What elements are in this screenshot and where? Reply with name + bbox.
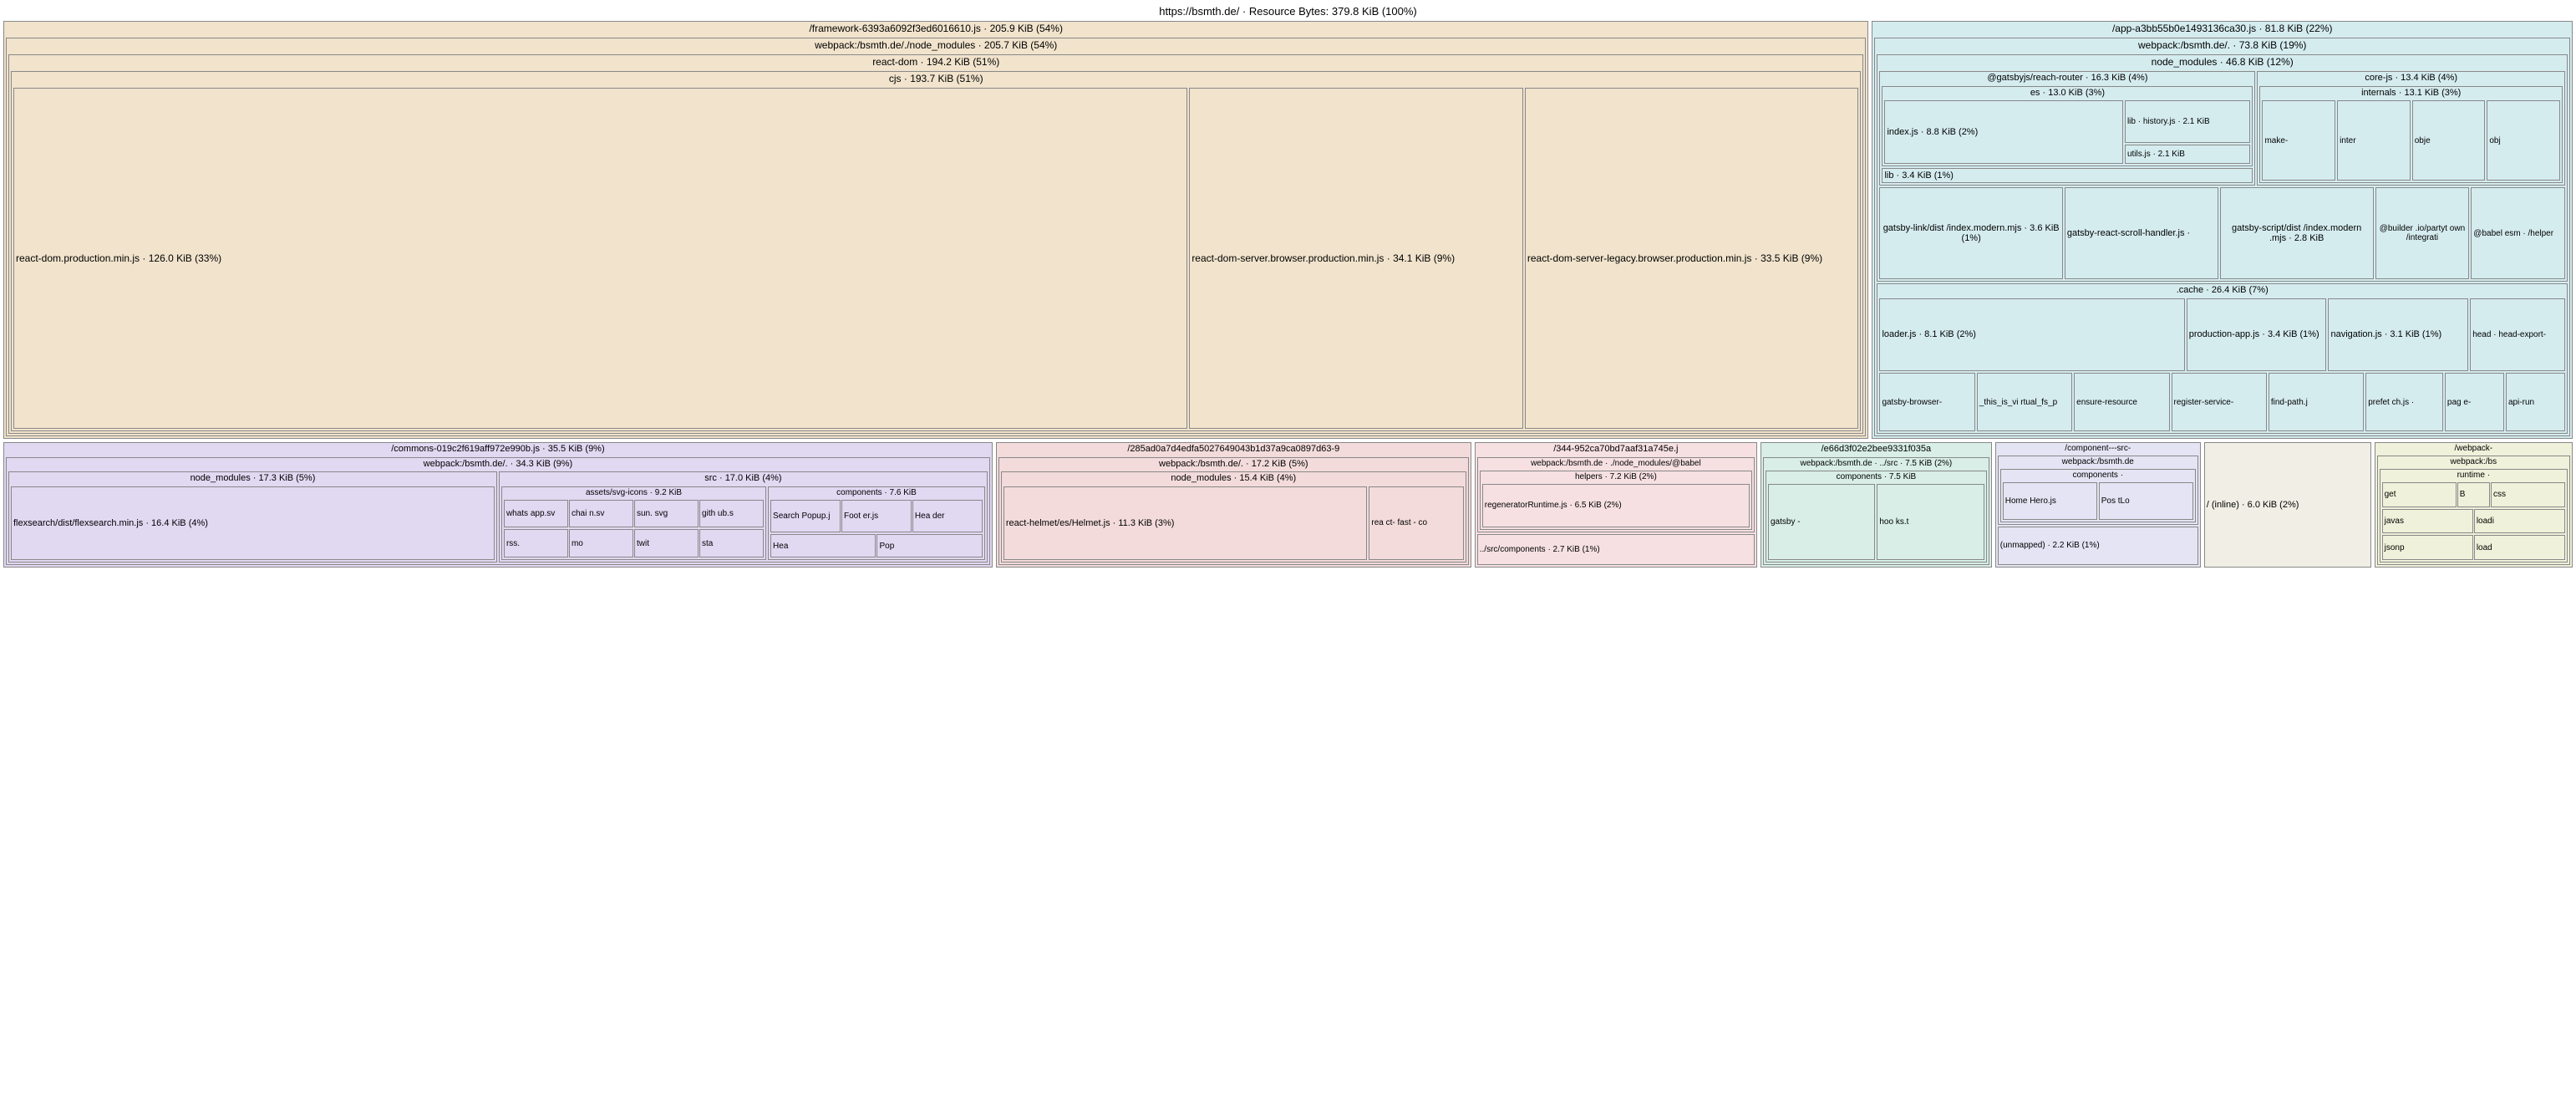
runtime-css[interactable]: css [2491, 482, 2565, 507]
react-dom-server-browser[interactable]: react-dom-server.browser.production.min.… [1189, 88, 1523, 429]
loader-js[interactable]: loader.js · 8.1 KiB (2%) [1879, 298, 2184, 371]
production-app[interactable]: production-app.js · 3.4 KiB (1%) [2187, 298, 2327, 371]
chunke66-components[interactable]: components · 7.5 KiB gatsby - hoo ks.t [1766, 471, 1987, 563]
bundle-component-src[interactable]: /component---src- webpack:/bsmth.de comp… [1995, 442, 2201, 568]
posts-lo[interactable]: Pos tLo [2099, 482, 2193, 520]
gatsby-browser[interactable]: gatsby-browser- [1879, 373, 1974, 431]
chunk344-webpack[interactable]: webpack:/bsmth.de · ./node_modules/@babe… [1477, 457, 1755, 532]
icon-sun[interactable]: sun. svg [634, 500, 699, 528]
reach-lib-history[interactable]: lib · history.js · 2.1 KiB [2125, 100, 2251, 143]
component-src-components[interactable]: components · Home Hero.js Pos tLo [2000, 469, 2196, 522]
home-hero[interactable]: Home Hero.js [2003, 482, 2097, 520]
reach-index-js[interactable]: index.js · 8.8 KiB (2%) [1884, 100, 2123, 164]
chunk344-helpers[interactable]: helpers · 7.2 KiB (2%) regeneratorRuntim… [1480, 471, 1752, 530]
react-dom-prod-min[interactable]: react-dom.production.min.js · 126.0 KiB … [13, 88, 1187, 429]
app-webpack[interactable]: webpack:/bsmth.de/. · 73.8 KiB (19%) nod… [1874, 38, 2570, 436]
webpack-runtime-runtime[interactable]: runtime · get B css javas loadi [2380, 469, 2568, 563]
bundle-inline[interactable]: / (inline) · 6.0 KiB (2%) [2204, 442, 2371, 568]
bundle-framework[interactable]: /framework-6393a6092f3ed6016610.js · 205… [3, 21, 1868, 439]
commons-node-modules[interactable]: node_modules · 17.3 KiB (5%) flexsearch/… [8, 471, 497, 563]
runtime-get[interactable]: get [2382, 482, 2457, 507]
unmapped[interactable]: (unmapped) · 2.2 KiB (1%) [1998, 527, 2198, 565]
icon-mo[interactable]: mo [569, 529, 633, 557]
builder-partytown[interactable]: @builder .io/partyt own /integrati [2375, 187, 2470, 279]
head-export[interactable]: head · head-export- [2470, 298, 2565, 371]
internals-obje[interactable]: obje [2412, 100, 2486, 181]
prefetch-js[interactable]: prefet ch.js · [2365, 373, 2443, 431]
bundle-app[interactable]: /app-a3bb55b0e1493136ca30.js · 81.8 KiB … [1872, 21, 2573, 439]
runtime-loadi[interactable]: loadi [2474, 509, 2565, 534]
internals-inter[interactable]: inter [2337, 100, 2411, 181]
icon-rss[interactable]: rss. [504, 529, 568, 557]
hooks-ts[interactable]: hoo ks.t [1877, 484, 1984, 560]
footer-js[interactable]: Foot er.js [841, 500, 912, 532]
commons-components[interactable]: components · 7.6 KiB Search Popup.j Foot… [768, 486, 985, 560]
bundle-commons[interactable]: /commons-019c2f619aff972e990b.js · 35.5 … [3, 442, 993, 568]
babel-helper[interactable]: @babel esm · /helper [2471, 187, 2565, 279]
webpack-runtime-wp[interactable]: webpack:/bs runtime · get B css [2377, 456, 2570, 565]
search-popup[interactable]: Search Popup.j [770, 500, 841, 532]
framework-webpack[interactable]: webpack:/bsmth.de/./node_modules · 205.7… [6, 38, 1866, 436]
icon-sta[interactable]: sta [699, 529, 764, 557]
bundle-framework-label: /framework-6393a6092f3ed6016610.js · 205… [4, 22, 1867, 36]
api-run[interactable]: api-run [2506, 373, 2565, 431]
core-js-internals[interactable]: internals · 13.1 KiB (3%) make- inter ob… [2259, 86, 2563, 184]
cjs[interactable]: cjs · 193.7 KiB (51%) react-dom.producti… [11, 71, 1861, 431]
reach-router-es[interactable]: es · 13.0 KiB (3%) index.js · 8.8 KiB (2… [1882, 86, 2253, 167]
icon-twit[interactable]: twit [634, 529, 699, 557]
icon-whatsapp[interactable]: whats app.sv [504, 500, 568, 528]
runtime-load[interactable]: load [2474, 535, 2565, 560]
treemap-root: https://bsmth.de/ · Resource Bytes: 379.… [3, 3, 2573, 568]
chunk344-src-components[interactable]: ../src/components · 2.7 KiB (1%) [1477, 534, 1755, 565]
commons-src[interactable]: src · 17.0 KiB (4%) assets/svg-icons · 9… [499, 471, 988, 563]
page-e[interactable]: pag e- [2445, 373, 2504, 431]
icon-github[interactable]: gith ub.s [699, 500, 764, 528]
bundle-app-label: /app-a3bb55b0e1493136ca30.js · 81.8 KiB … [1872, 22, 2572, 36]
find-path[interactable]: find-path.j [2269, 373, 2364, 431]
svg-icons[interactable]: assets/svg-icons · 9.2 KiB whats app.sv … [501, 486, 766, 560]
react-helmet[interactable]: react-helmet/es/Helmet.js · 11.3 KiB (3%… [1003, 486, 1368, 560]
reach-router[interactable]: @gatsbyjs/reach-router · 16.3 KiB (4%) e… [1879, 71, 2255, 186]
pop-js[interactable]: Pop [876, 534, 982, 557]
commons-webpack[interactable]: webpack:/bsmth.de/. · 34.3 KiB (9%) node… [6, 457, 990, 565]
header-js[interactable]: Hea der [912, 500, 983, 532]
reach-lib[interactable]: lib · 3.4 KiB (1%) [1882, 168, 2253, 183]
core-js[interactable]: core-js · 13.4 KiB (4%) internals · 13.1… [2257, 71, 2565, 186]
reach-utils[interactable]: utils.js · 2.1 KiB [2125, 145, 2251, 164]
bundle-344[interactable]: /344-952ca70bd7aaf31a745e.j webpack:/bsm… [1475, 442, 1757, 568]
runtime-b[interactable]: B [2457, 482, 2490, 507]
flexsearch[interactable]: flexsearch/dist/flexsearch.min.js · 16.4… [11, 486, 495, 560]
internals-obj[interactable]: obj [2487, 100, 2560, 181]
react-dom-server-legacy[interactable]: react-dom-server-legacy.browser.producti… [1525, 88, 1859, 429]
bundle-285[interactable]: /285ad0a7d4edfa5027649043b1d37a9ca0897d6… [996, 442, 1471, 568]
react-dom[interactable]: react-dom · 194.2 KiB (51%) cjs · 193.7 … [8, 54, 1863, 434]
ensure-resource[interactable]: ensure-resource [2074, 373, 2169, 431]
runtime-jsonp[interactable]: jsonp [2382, 535, 2473, 560]
regenerator-runtime[interactable]: regeneratorRuntime.js · 6.5 KiB (2%) [1482, 484, 1750, 527]
app-cache[interactable]: .cache · 26.4 KiB (7%) loader.js · 8.1 K… [1877, 283, 2568, 434]
gatsby-scroll[interactable]: gatsby-react-scroll-handler.js · [2065, 187, 2218, 279]
virtual-fs[interactable]: _this_is_vi rtual_fs_p [1977, 373, 2072, 431]
navigation-js[interactable]: navigation.js · 3.1 KiB (1%) [2328, 298, 2468, 371]
chunk285-webpack[interactable]: webpack:/bsmth.de/. · 17.2 KiB (5%) node… [998, 457, 1469, 565]
internals-make[interactable]: make- [2262, 100, 2335, 181]
bundle-e66[interactable]: /e66d3f02e2bee9331f035a webpack:/bsmth.d… [1761, 442, 1992, 568]
bundle-webpack-runtime[interactable]: /webpack- webpack:/bs runtime · get B cs… [2375, 442, 2573, 568]
register-service[interactable]: register-service- [2172, 373, 2267, 431]
chunke66-webpack[interactable]: webpack:/bsmth.de · ../src · 7.5 KiB (2%… [1763, 457, 1989, 565]
runtime-javas[interactable]: javas [2382, 509, 2473, 534]
gatsby-link[interactable]: gatsby-link/dist /index.modern.mjs · 3.6… [1879, 187, 2062, 279]
react-fast-compare[interactable]: rea ct- fast - co [1369, 486, 1463, 560]
icon-chain[interactable]: chai n.sv [569, 500, 633, 528]
component-src-webpack[interactable]: webpack:/bsmth.de components · Home Hero… [1998, 456, 2198, 525]
app-node-modules[interactable]: node_modules · 46.8 KiB (12%) @gatsbyjs/… [1877, 54, 2568, 282]
gatsby-comp[interactable]: gatsby - [1768, 484, 1875, 560]
gatsby-script[interactable]: gatsby-script/dist /index.modern .mjs · … [2220, 187, 2374, 279]
chunk285-node-modules[interactable]: node_modules · 15.4 KiB (4%) react-helme… [1001, 471, 1466, 563]
root-title: https://bsmth.de/ · Resource Bytes: 379.… [3, 3, 2573, 21]
hea-js[interactable]: Hea [770, 534, 876, 557]
